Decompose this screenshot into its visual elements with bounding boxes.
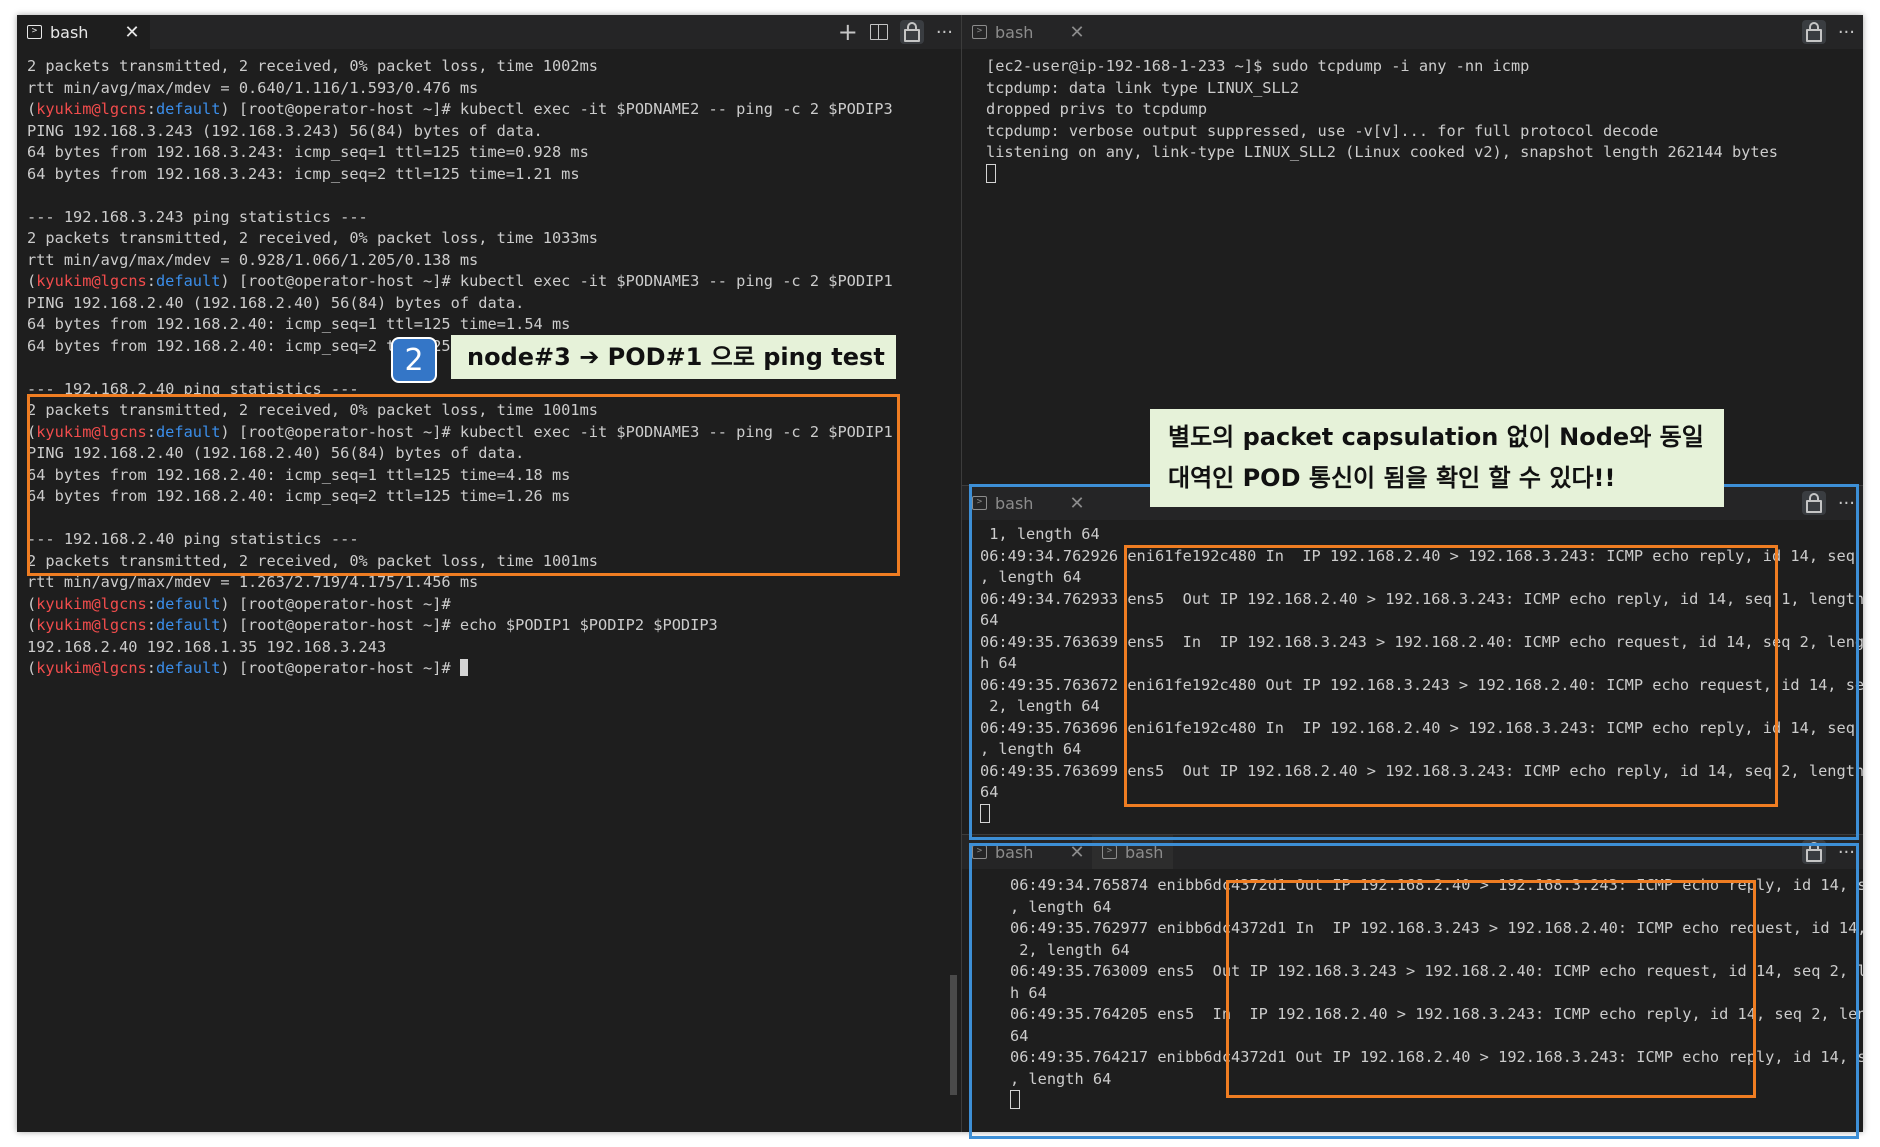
prompt-user: kyukim@lgcns xyxy=(36,616,147,634)
terminal-text: dropped privs to tcpdump xyxy=(986,100,1208,118)
prompt-context: default xyxy=(155,100,221,118)
terminal-output[interactable]: [ec2-user@ip-192-168-1-233 ~]$ sudo tcpd… xyxy=(986,56,1778,186)
prompt-context: default xyxy=(155,659,221,677)
terminal-text: rtt min/avg/max/mdev = 0.928/1.066/1.205… xyxy=(27,250,479,269)
terminal-line: rtt min/avg/max/mdev = 0.640/1.116/1.593… xyxy=(27,79,478,97)
pane-toolbar: ··· xyxy=(1801,15,1855,49)
terminal-line: tcpdump: verbose output suppressed, use … xyxy=(986,122,1658,140)
terminal-text: rtt min/avg/max/mdev = 0.640/1.116/1.593… xyxy=(27,78,479,97)
prompt-context: default xyxy=(155,616,221,634)
more-icon[interactable]: ··· xyxy=(936,22,953,43)
terminal-line: 64 bytes from 192.168.3.243: icmp_seq=2 … xyxy=(27,165,580,183)
terminal-text: ( xyxy=(27,594,37,613)
callout-no-encapsulation: 별도의 packet capsulation 없이 Node와 동일 대역인 P… xyxy=(1150,409,1724,507)
tab-bash[interactable]: > bash ✕ xyxy=(17,15,150,49)
pane-toolbar: + ··· xyxy=(838,15,953,49)
cursor xyxy=(459,659,468,676)
terminal-text: ) [root@operator-host ~]# xyxy=(220,594,451,613)
terminal-text: : xyxy=(146,100,156,118)
terminal-line: 64 bytes from 192.168.3.243: icmp_seq=1 … xyxy=(27,143,589,161)
terminal-text: 2 packets transmitted, 2 received, 0% pa… xyxy=(27,229,598,247)
close-icon[interactable]: ✕ xyxy=(1069,22,1084,43)
terminal-text: ) [root@operator-host ~]# kubectl exec -… xyxy=(220,272,893,290)
right-middle-orange-box xyxy=(1124,545,1778,807)
terminal-text: 64 bytes from 192.168.3.243: icmp_seq=1 … xyxy=(27,143,589,161)
callout-line-2: 대역인 POD 통신이 됨을 확인 할 수 있다!! xyxy=(1168,464,1616,492)
lock-icon xyxy=(1805,21,1822,42)
terminal-line: (kyukim@lgcns:default) [root@operator-ho… xyxy=(27,659,468,677)
terminal-text: ) [root@operator-host ~]# xyxy=(220,659,460,677)
prompt-context: default xyxy=(155,594,221,613)
terminal-line: 192.168.2.40 192.168.1.35 192.168.3.243 xyxy=(27,638,386,656)
lock-button[interactable] xyxy=(1801,20,1826,44)
terminal-line: tcpdump: data link type LINUX_SLL2 xyxy=(986,79,1299,97)
tab-bar: > bash ✕ + ··· xyxy=(17,15,961,49)
terminal-icon: > xyxy=(972,25,987,39)
cursor xyxy=(986,163,996,183)
terminal-text: ) [root@operator-host ~]# echo $PODIP1 $… xyxy=(220,616,718,634)
terminal-line: (kyukim@lgcns:default) [root@operator-ho… xyxy=(27,272,893,290)
lock-button[interactable] xyxy=(899,20,924,44)
right-bottom-orange-box xyxy=(1226,880,1756,1098)
more-icon[interactable]: ··· xyxy=(1838,22,1855,43)
terminal-line: rtt min/avg/max/mdev = 0.928/1.066/1.205… xyxy=(27,251,478,269)
terminal-text: PING 192.168.2.40 (192.168.2.40) 56(84) … xyxy=(27,293,525,312)
terminal-text: : xyxy=(146,659,156,677)
terminal-line: PING 192.168.3.243 (192.168.3.243) 56(84… xyxy=(27,122,543,140)
prompt-user: kyukim@lgcns xyxy=(36,659,147,677)
split-pane-icon[interactable] xyxy=(869,24,888,40)
terminal-text: ( xyxy=(27,616,37,634)
tab-bar: > bash ✕ ··· xyxy=(962,15,1863,49)
terminal-text: : xyxy=(146,616,156,634)
terminal-text: tcpdump: data link type LINUX_SLL2 xyxy=(986,78,1300,97)
prompt-user: kyukim@lgcns xyxy=(36,594,147,613)
terminal-text: ( xyxy=(27,659,37,677)
terminal-text: --- 192.168.3.243 ping statistics --- xyxy=(27,207,368,226)
callout-ping-test: node#3 ➔ POD#1 으로 ping test xyxy=(451,335,896,379)
callout-line-1: 별도의 packet capsulation 없이 Node와 동일 xyxy=(1168,423,1704,451)
step-badge: 2 xyxy=(393,339,435,381)
terminal-line: PING 192.168.2.40 (192.168.2.40) 56(84) … xyxy=(27,294,524,312)
prompt-context: default xyxy=(155,272,221,290)
terminal-line: 64 bytes from 192.168.2.40: icmp_seq=1 t… xyxy=(27,315,570,333)
prompt-user: kyukim@lgcns xyxy=(36,272,147,290)
terminal-text: [ec2-user@ip-192-168-1-233 ~]$ sudo tcpd… xyxy=(986,57,1530,75)
terminal-line: 2 packets transmitted, 2 received, 0% pa… xyxy=(27,57,598,75)
scrollbar-thumb[interactable] xyxy=(950,975,957,1095)
terminal-text: ( xyxy=(27,272,37,290)
terminal-text: ( xyxy=(27,100,37,118)
terminal-line: [ec2-user@ip-192-168-1-233 ~]$ sudo tcpd… xyxy=(986,57,1529,75)
terminal-text: 192.168.2.40 192.168.1.35 192.168.3.243 xyxy=(27,637,387,656)
terminal-icon: > xyxy=(27,25,42,39)
terminal-text: : xyxy=(146,272,156,290)
terminal-line: listening on any, link-type LINUX_SLL2 (… xyxy=(986,143,1778,161)
terminal-text: 64 bytes from 192.168.3.243: icmp_seq=2 … xyxy=(27,164,580,183)
terminal-text: 64 bytes from 192.168.2.40: icmp_seq=1 t… xyxy=(27,315,571,333)
lock-icon xyxy=(903,21,920,42)
tab-label: bash xyxy=(995,22,1034,42)
terminal-text: : xyxy=(146,594,156,613)
terminal-line: (kyukim@lgcns:default) [root@operator-ho… xyxy=(27,595,451,613)
terminal-line: (kyukim@lgcns:default) [root@operator-ho… xyxy=(27,616,718,634)
terminal-line: dropped privs to tcpdump xyxy=(986,100,1207,118)
new-terminal-icon[interactable]: + xyxy=(838,18,858,46)
terminal-text: 2 packets transmitted, 2 received, 0% pa… xyxy=(27,57,598,75)
terminal-line: 2 packets transmitted, 2 received, 0% pa… xyxy=(27,229,598,247)
left-highlight-box xyxy=(27,394,900,576)
close-icon[interactable]: ✕ xyxy=(124,22,139,43)
terminal-text: ) [root@operator-host ~]# kubectl exec -… xyxy=(220,100,893,118)
terminal-text: listening on any, link-type LINUX_SLL2 (… xyxy=(986,143,1779,161)
prompt-user: kyukim@lgcns xyxy=(36,100,147,118)
tab-bash[interactable]: > bash ✕ xyxy=(962,15,1095,49)
terminal-line xyxy=(986,163,996,184)
terminal-line: --- 192.168.3.243 ping statistics --- xyxy=(27,208,368,226)
terminal-text: tcpdump: verbose output suppressed, use … xyxy=(986,121,1659,140)
tab-label: bash xyxy=(50,22,89,42)
terminal-text: PING 192.168.3.243 (192.168.3.243) 56(84… xyxy=(27,121,543,140)
terminal-line: (kyukim@lgcns:default) [root@operator-ho… xyxy=(27,100,893,118)
